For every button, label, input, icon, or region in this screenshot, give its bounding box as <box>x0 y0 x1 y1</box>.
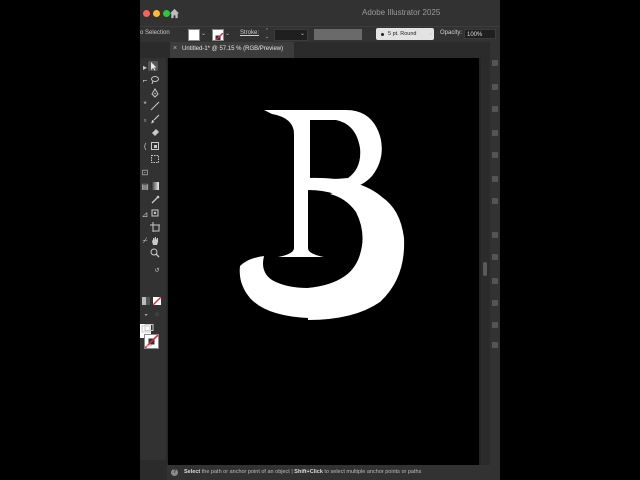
column-graph-tool-icon[interactable]: ⊿ <box>140 210 150 220</box>
title-bar: Adobe Illustrator 2025 <box>140 0 500 26</box>
symbols-panel-icon[interactable] <box>492 198 498 204</box>
minimize-window-button[interactable] <box>153 10 160 17</box>
canvas-area[interactable] <box>167 58 481 465</box>
transparency-panel-icon[interactable] <box>492 278 498 284</box>
window-title: Adobe Illustrator 2025 <box>362 8 441 17</box>
brush-chevron-down-icon[interactable]: ⌄ <box>428 30 433 37</box>
graphic-styles-panel-icon[interactable] <box>492 322 498 328</box>
gradient-swatch-icon[interactable] <box>141 296 151 306</box>
eyedropper-tool-icon[interactable] <box>150 195 160 205</box>
none-swatch-icon[interactable] <box>152 296 162 306</box>
symbol-sprayer-tool-icon[interactable] <box>150 208 160 218</box>
tab-label: Untitled-1* @ 57.15 % (RGB/Preview) <box>182 46 284 52</box>
variable-width-profile-field[interactable] <box>314 29 362 40</box>
status-hint-part-1: the path or anchor point of an object | <box>200 469 295 475</box>
color-panel-icon[interactable] <box>492 130 498 136</box>
screen-mode-icon[interactable] <box>141 324 154 334</box>
shape-builder-tool-icon[interactable]: ▤ <box>140 182 150 192</box>
stroke-stepper-icon[interactable]: ⌃ ⌄ <box>262 28 272 40</box>
slice-tool-icon[interactable]: ⌿ <box>140 236 150 246</box>
rectangle-tool-icon[interactable]: ▫ <box>140 116 150 126</box>
brush-dot-icon <box>381 33 384 36</box>
gradient-panel-icon[interactable] <box>492 254 498 260</box>
stroke-panel-icon[interactable] <box>492 232 498 238</box>
edit-toolbar-icon[interactable]: ••• <box>142 342 156 352</box>
lasso-tool-icon[interactable] <box>150 75 160 85</box>
home-icon[interactable] <box>169 8 180 19</box>
opacity-field[interactable]: 100% <box>464 29 496 39</box>
close-window-button[interactable] <box>143 10 150 17</box>
artboard-tool-icon[interactable] <box>150 222 160 232</box>
align-panel-icon[interactable] <box>492 342 498 348</box>
appearance-panel-icon[interactable] <box>492 300 498 306</box>
status-hint-bold: Select <box>184 469 201 475</box>
fill-color-swatch[interactable] <box>188 29 200 41</box>
control-bar: o Selection ⌄ ⌄ Stroke: ⌃ ⌄ ⌄ 5 pt. Round… <box>140 26 500 42</box>
status-hint-shortcut: Shift+Click <box>294 469 323 475</box>
document-tab-bar: × Untitled-1* @ 57.15 % (RGB/Preview) <box>140 42 500 58</box>
illustrator-window: Adobe Illustrator 2025 o Selection ⌄ ⌄ S… <box>140 0 500 480</box>
libraries-panel-icon[interactable] <box>492 106 498 112</box>
tab-untitled-1[interactable]: × Untitled-1* @ 57.15 % (RGB/Preview) <box>170 42 294 58</box>
stroke-label[interactable]: Stroke: <box>240 30 259 36</box>
free-transform-tool-icon[interactable] <box>150 154 160 164</box>
tools-panel: ▸ ⌐ * ▫ ⟨ ⊡ ▤ ⊿ ⌿ ↺ ◒ ◌ ••• <box>140 58 166 460</box>
paintbrush-tool-icon[interactable] <box>150 114 160 124</box>
status-hint-text: Select the path or anchor point of an ob… <box>184 469 421 475</box>
status-hint-part-2: to select multiple anchor points or path… <box>322 469 422 475</box>
draw-normal-icon[interactable]: ◒ <box>141 310 151 320</box>
stroke-none-swatch[interactable] <box>212 29 224 41</box>
close-tab-icon[interactable]: × <box>173 45 177 52</box>
stroke-chevron-down-icon[interactable]: ⌄ <box>225 30 230 37</box>
stroke-weight-chevron-down-icon[interactable]: ⌄ <box>300 30 305 37</box>
mesh-tool-icon[interactable]: ⊡ <box>140 168 150 178</box>
direct-selection-tool-icon[interactable]: ▸ <box>140 63 150 73</box>
scrollbar-thumb[interactable] <box>483 262 487 276</box>
gradient-tool-icon[interactable] <box>150 181 160 191</box>
opacity-label: Opacity: <box>440 30 463 36</box>
properties-panel-icon[interactable] <box>492 60 498 66</box>
hand-tool-icon[interactable] <box>150 236 160 246</box>
monogram-b-artwork[interactable] <box>168 58 479 465</box>
status-bar: ? Select the path or anchor point of an … <box>167 465 500 480</box>
selection-indicator: o Selection <box>140 30 170 36</box>
right-panel-dock <box>490 42 500 480</box>
brushes-panel-icon[interactable] <box>492 176 498 182</box>
type-tool-icon[interactable]: * <box>140 100 150 110</box>
brush-definition-label: 5 pt. Round <box>388 31 417 37</box>
width-tool-icon[interactable]: ⟨ <box>140 142 150 152</box>
help-icon[interactable]: ? <box>171 469 178 476</box>
zoom-tool-icon[interactable] <box>150 248 160 258</box>
layers-panel-icon[interactable] <box>492 84 498 90</box>
line-tool-icon[interactable] <box>150 101 160 111</box>
none-slash-icon <box>215 32 223 40</box>
artboard[interactable] <box>168 58 479 465</box>
draw-behind-icon[interactable]: ◌ <box>152 310 162 320</box>
swatches-panel-icon[interactable] <box>492 152 498 158</box>
fill-chevron-down-icon[interactable]: ⌄ <box>201 30 206 37</box>
rotate-tool-icon[interactable] <box>150 141 160 151</box>
magic-wand-tool-icon[interactable]: ⌐ <box>140 76 150 86</box>
brush-definition-dropdown[interactable]: 5 pt. Round <box>376 28 434 40</box>
eraser-tool-icon[interactable] <box>150 127 160 137</box>
swap-fill-stroke-icon[interactable]: ↺ <box>152 266 162 276</box>
pen-tool-icon[interactable] <box>150 88 160 98</box>
